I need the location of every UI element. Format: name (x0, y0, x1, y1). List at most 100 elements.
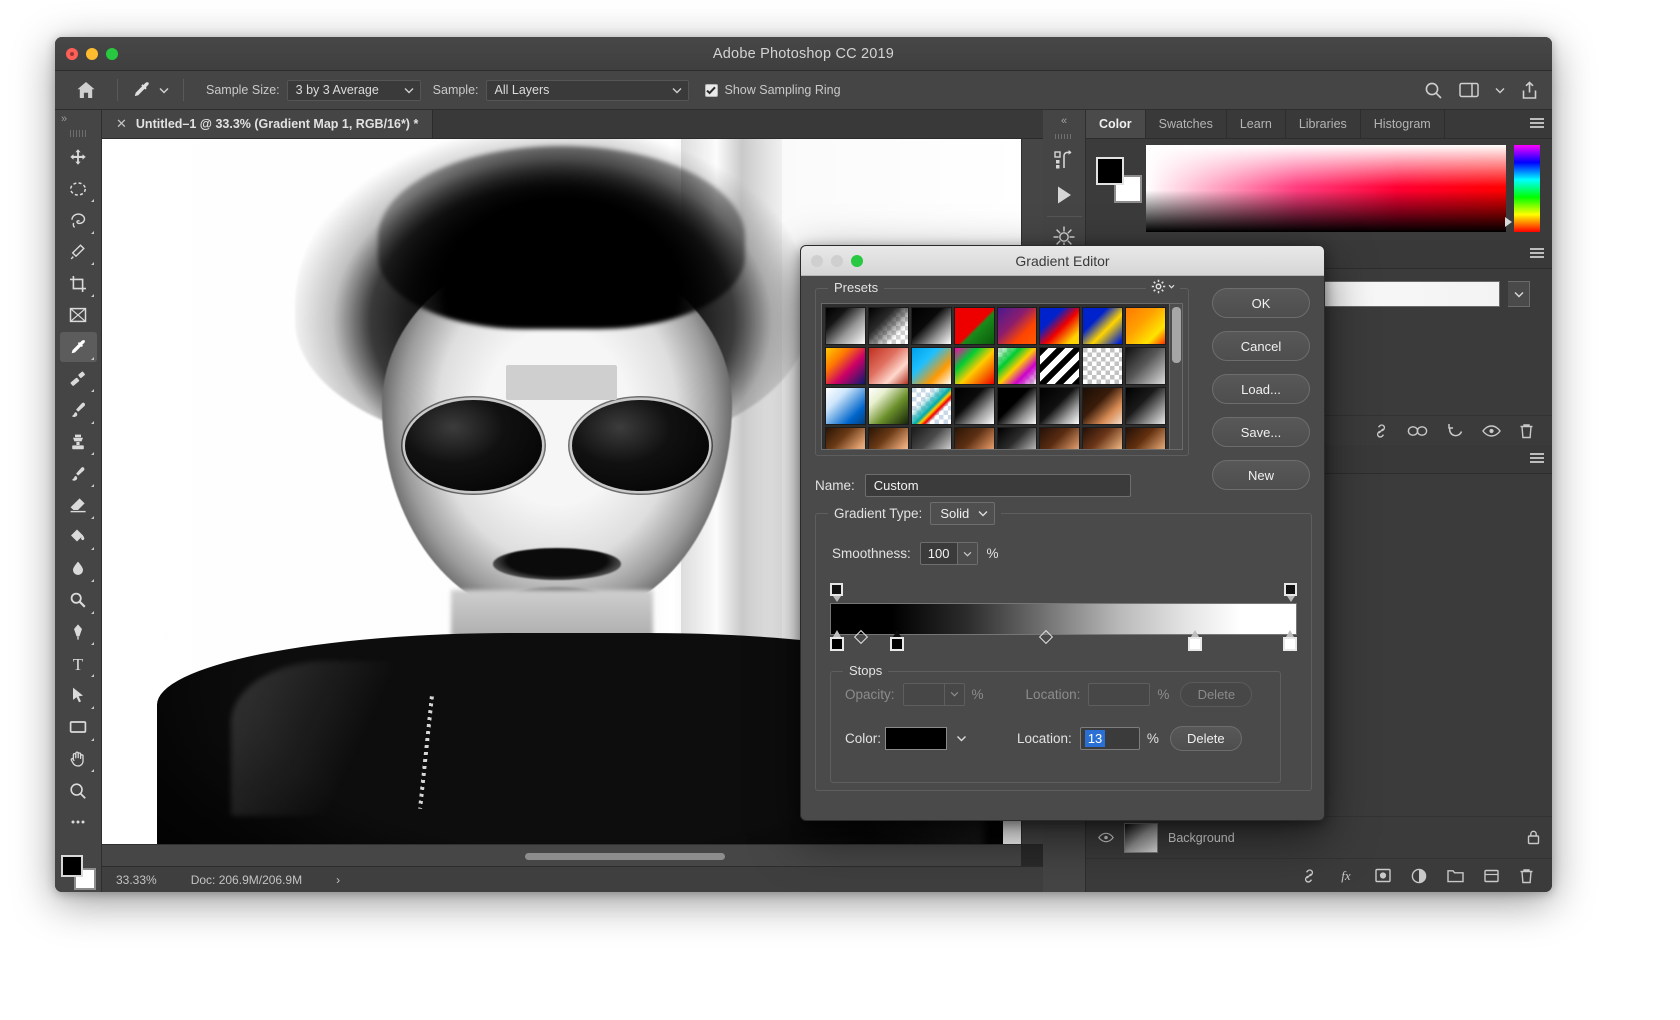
chevron-down-icon[interactable] (957, 543, 977, 564)
preset-swatch[interactable] (825, 387, 866, 425)
hue-slider-handle[interactable] (1505, 217, 1512, 227)
hand-tool[interactable] (60, 744, 97, 775)
preset-swatch[interactable] (1082, 307, 1123, 345)
preset-swatch[interactable] (1125, 307, 1166, 345)
name-input[interactable]: Custom (865, 474, 1131, 497)
hamburger-menu-icon[interactable] (1530, 118, 1544, 128)
preset-swatch[interactable] (1082, 427, 1123, 449)
brush-tool[interactable] (60, 395, 97, 426)
dialog-maximize-button[interactable] (851, 255, 863, 267)
actions-play-icon[interactable] (1047, 178, 1082, 211)
dialog-traffic-lights[interactable] (811, 255, 863, 267)
opacity-stop[interactable] (1284, 583, 1297, 603)
preset-swatch[interactable] (1082, 387, 1123, 425)
preset-swatch[interactable] (1039, 347, 1080, 385)
preset-swatch[interactable] (997, 427, 1038, 449)
crop-tool[interactable] (60, 268, 97, 299)
color-swatches[interactable] (59, 847, 97, 892)
gradient-bar-editor[interactable] (830, 583, 1297, 655)
document-tab[interactable]: ✕ Untitled–1 @ 33.3% (Gradient Map 1, RG… (102, 110, 433, 138)
lasso-tool[interactable] (60, 205, 97, 236)
preset-swatch[interactable] (997, 347, 1038, 385)
show-sampling-ring-row[interactable]: Show Sampling Ring (705, 83, 841, 97)
preset-swatch[interactable] (868, 387, 909, 425)
load-button[interactable]: Load... (1212, 374, 1310, 404)
close-window-button[interactable] (66, 48, 78, 60)
color-stop-selected[interactable] (890, 637, 904, 651)
link-icon[interactable] (1301, 868, 1317, 884)
tab-libraries[interactable]: Libraries (1286, 110, 1361, 138)
chevron-down-icon[interactable] (956, 735, 967, 742)
trash-icon[interactable] (1519, 868, 1534, 884)
tools-collapse-button[interactable]: » (55, 110, 101, 128)
maximize-window-button[interactable] (106, 48, 118, 60)
preset-swatch[interactable] (911, 427, 952, 449)
preset-swatch[interactable] (1125, 387, 1166, 425)
hue-slider[interactable] (1514, 145, 1540, 232)
marquee-tool[interactable] (60, 173, 97, 204)
preset-swatch[interactable] (1039, 427, 1080, 449)
clone-stamp-tool[interactable] (60, 427, 97, 458)
eye-icon[interactable] (1482, 424, 1501, 438)
preset-swatch[interactable] (825, 427, 866, 449)
hamburger-menu-icon[interactable] (1530, 248, 1544, 258)
type-tool[interactable]: T (60, 648, 97, 679)
link-icon[interactable] (1373, 423, 1389, 439)
gradient-type-select[interactable]: Solid (930, 502, 995, 525)
scrollbar-thumb[interactable] (1172, 307, 1181, 363)
eyedropper-tool[interactable] (60, 332, 97, 363)
close-icon[interactable]: ✕ (116, 116, 127, 132)
preset-swatch[interactable] (825, 307, 866, 345)
show-sampling-ring-checkbox[interactable] (705, 84, 718, 97)
new-button[interactable]: New (1212, 460, 1310, 490)
preset-swatch[interactable] (954, 307, 995, 345)
presets-scrollbar[interactable] (1169, 304, 1182, 449)
status-expand-arrow[interactable]: › (336, 873, 340, 887)
zoom-tool[interactable] (60, 775, 97, 806)
preset-swatch[interactable] (997, 307, 1038, 345)
cancel-button[interactable]: Cancel (1212, 331, 1310, 361)
lock-icon[interactable] (1527, 830, 1540, 845)
tab-swatches[interactable]: Swatches (1146, 110, 1227, 138)
move-tool[interactable] (60, 142, 97, 173)
preset-swatch[interactable] (868, 347, 909, 385)
dock-collapse-button[interactable]: « (1043, 110, 1085, 131)
healing-brush-tool[interactable] (60, 363, 97, 394)
preset-swatch[interactable] (911, 347, 952, 385)
tools-drag-handle[interactable] (70, 130, 86, 137)
preset-swatch[interactable] (997, 387, 1038, 425)
preset-swatch[interactable] (868, 427, 909, 449)
active-tool-chip[interactable] (128, 80, 173, 100)
preset-swatch[interactable] (954, 347, 995, 385)
presets-grid[interactable] (822, 304, 1169, 449)
fx-icon[interactable]: fx (1337, 868, 1355, 883)
chevron-down-icon[interactable] (1508, 281, 1530, 307)
reset-icon[interactable] (1447, 423, 1464, 439)
blur-tool[interactable] (60, 553, 97, 584)
gradient-editor-titlebar[interactable]: Gradient Editor (801, 246, 1324, 276)
sample-select[interactable]: All Layers (486, 80, 689, 101)
home-icon[interactable] (65, 75, 107, 105)
presets-list[interactable] (821, 303, 1183, 450)
gear-icon[interactable] (1146, 279, 1180, 294)
mask-chain-icon[interactable] (1407, 424, 1429, 438)
tab-histogram[interactable]: Histogram (1361, 110, 1445, 138)
zoom-level[interactable]: 33.33% (116, 873, 157, 887)
paint-bucket-tool[interactable] (60, 522, 97, 553)
ok-button[interactable]: OK (1212, 288, 1310, 318)
color-spectrum[interactable] (1146, 145, 1506, 232)
preset-swatch[interactable] (911, 307, 952, 345)
path-selection-tool[interactable] (60, 680, 97, 711)
history-brush-tool[interactable] (60, 458, 97, 489)
preset-swatch[interactable] (825, 347, 866, 385)
rail-drag-handle[interactable] (1055, 134, 1073, 139)
history-icon[interactable] (1047, 143, 1082, 176)
preset-swatch[interactable] (1039, 387, 1080, 425)
workspace-icon[interactable] (1459, 82, 1479, 98)
preset-swatch[interactable] (954, 427, 995, 449)
color-panel-swatches[interactable] (1086, 139, 1146, 240)
minimize-window-button[interactable] (86, 48, 98, 60)
opacity-stop[interactable] (830, 583, 843, 603)
frame-tool[interactable] (60, 300, 97, 331)
eraser-tool[interactable] (60, 490, 97, 521)
